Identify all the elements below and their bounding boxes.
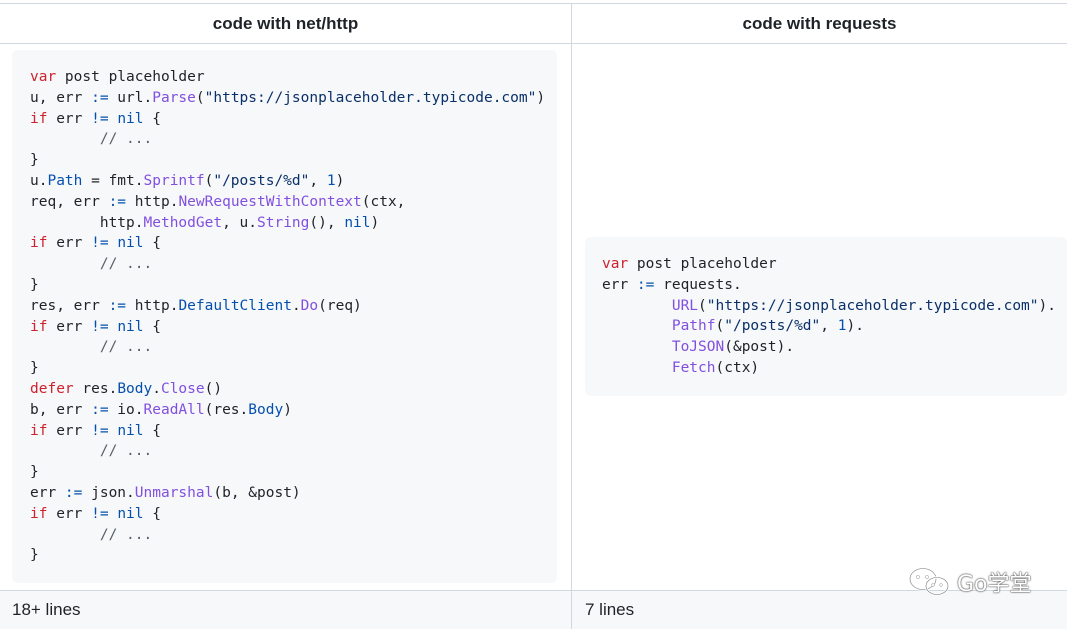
code-line: } xyxy=(30,276,39,293)
code-line: u, err := url.Parse("https://jsonplaceho… xyxy=(30,89,546,106)
code-line: req, err := http.NewRequestWithContext(c… xyxy=(30,193,406,210)
code-line: } xyxy=(30,547,39,564)
code-line: Pathf("/posts/%d", 1). xyxy=(671,318,864,335)
comparison-table: code with net/http code with requests va… xyxy=(0,3,1067,629)
code-block-requests: var post placeholder err := requests. UR… xyxy=(585,237,1067,396)
code-line: err := requests. xyxy=(602,276,742,293)
code-line: // ... xyxy=(30,339,153,356)
wechat-icon xyxy=(908,567,950,596)
code-line: URL("https://jsonplaceholder.typicode.co… xyxy=(671,297,1056,314)
footer-net-http-lines: 18+ lines xyxy=(0,591,571,629)
code-line: Fetch(ctx) xyxy=(671,359,760,376)
code-line: // ... xyxy=(30,526,153,543)
code-line: err := json.Unmarshal(b, &post) xyxy=(30,484,301,501)
code-line: } xyxy=(30,152,39,169)
code-line: // ... xyxy=(30,443,153,460)
header-requests: code with requests xyxy=(742,14,897,33)
watermark-text: Go学堂 xyxy=(957,572,1032,597)
code-line: if err != nil { xyxy=(30,110,161,127)
code-line: if err != nil { xyxy=(30,505,161,522)
code-line: if err != nil { xyxy=(30,422,161,439)
header-net-http: code with net/http xyxy=(212,14,359,33)
code-line: if err != nil { xyxy=(30,235,161,252)
code-line: ToJSON(&post). xyxy=(671,339,795,356)
code-line: defer res.Body.Close() xyxy=(30,380,223,397)
code-line: // ... xyxy=(30,131,153,148)
watermark: Go学堂 xyxy=(908,566,1032,598)
code-line: u.Path = fmt.Sprintf("/posts/%d", 1) xyxy=(30,172,345,189)
code-line: } xyxy=(30,464,39,481)
code-line: b, err := io.ReadAll(res.Body) xyxy=(30,401,292,418)
code-block-net-http: var post placeholder u, err := url.Parse… xyxy=(12,50,557,583)
code-line: var post placeholder xyxy=(30,69,205,85)
column-divider xyxy=(571,4,572,628)
code-line: } xyxy=(30,360,39,377)
code-line: var post placeholder xyxy=(602,256,777,272)
code-line: http.MethodGet, u.String(), nil) xyxy=(30,214,380,231)
code-line: res, err := http.DefaultClient.Do(req) xyxy=(30,297,362,314)
code-requests: var post placeholder err := requests. UR… xyxy=(602,254,1056,379)
code-line: if err != nil { xyxy=(30,318,161,335)
code-net-http: var post placeholder u, err := url.Parse… xyxy=(30,67,545,566)
code-line: // ... xyxy=(30,256,153,273)
